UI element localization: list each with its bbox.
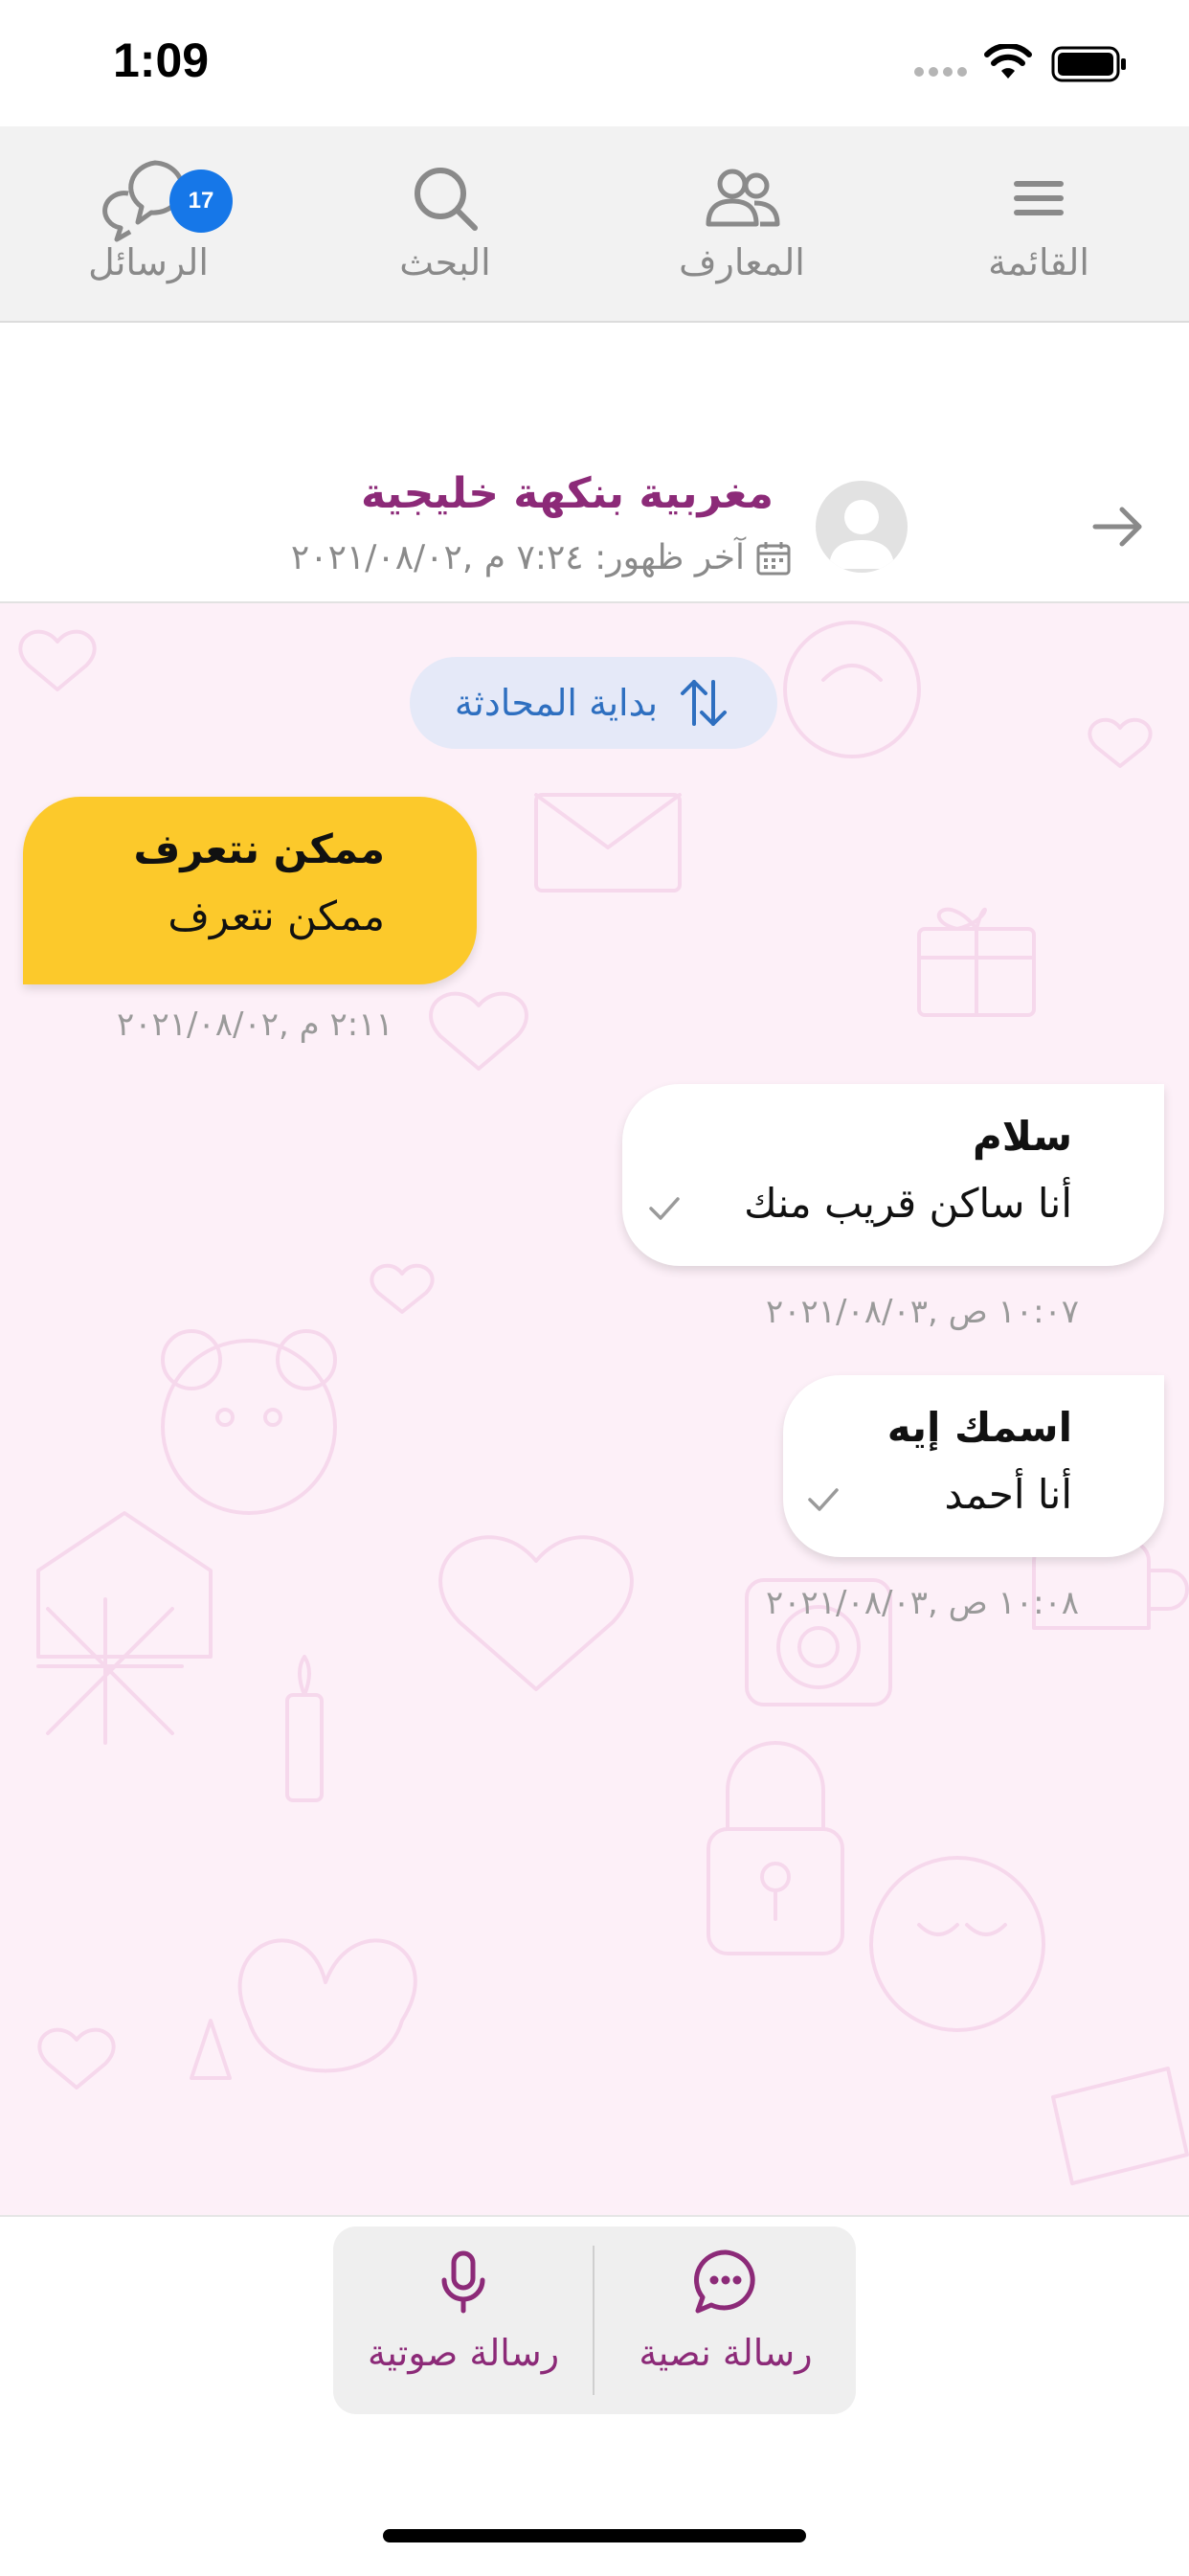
nav-label-menu: القائمة bbox=[988, 241, 1089, 283]
home-indicator bbox=[383, 2529, 806, 2542]
conversation-start-pill[interactable]: بداية المحادثة bbox=[410, 657, 777, 749]
last-seen-text: آخر ظهور: ٧:٢٤ م ,٢٠٢١/٠٨/٠٢ bbox=[290, 538, 745, 577]
search-icon bbox=[415, 168, 478, 231]
contact-name[interactable]: مغربية بنكهة خليجية bbox=[361, 469, 774, 518]
wifi-icon bbox=[984, 44, 1032, 79]
text-message-label: رسالة نصية bbox=[639, 2332, 813, 2374]
battery-icon bbox=[1051, 46, 1126, 82]
text-message-button[interactable]: رسالة نصية bbox=[595, 2226, 856, 2414]
messages-badge: 17 bbox=[169, 169, 233, 233]
chat-header: مغربية بنكهة خليجية آخر ظهور: ٧:٢٤ م ,٢٠… bbox=[0, 450, 1189, 603]
status-bar: 1:09 bbox=[0, 0, 1189, 126]
conversation-start-label: بداية المحادثة bbox=[454, 682, 659, 724]
default-avatar-icon bbox=[829, 500, 894, 569]
cellular-signal-icon bbox=[914, 67, 967, 77]
sent-check-icon bbox=[649, 1197, 680, 1220]
message-timestamp: ١٠:٠٧ ص ,٢٠٢١/٠٨/٠٣ bbox=[766, 1293, 1080, 1331]
sent-check-icon bbox=[808, 1488, 839, 1511]
chat-bubble-icon bbox=[694, 2249, 755, 2314]
compose-divider bbox=[593, 2246, 594, 2395]
voice-message-button[interactable]: رسالة صوتية bbox=[333, 2226, 594, 2414]
outgoing-message-bubble[interactable]: اسمك إيه أنا أحمد bbox=[783, 1375, 1164, 1557]
message-timestamp: ٢:١١ م ,٢٠٢١/٠٨/٠٢ bbox=[117, 1006, 393, 1044]
nav-item-contacts[interactable]: المعارف bbox=[598, 126, 886, 321]
microphone-icon bbox=[441, 2250, 485, 2314]
people-icon bbox=[706, 169, 780, 227]
incoming-message-bubble[interactable]: ممكن نتعرف ممكن نتعرف bbox=[23, 797, 477, 984]
outgoing-message-bubble[interactable]: سلام أنا ساكن قريب منك bbox=[622, 1084, 1164, 1266]
top-navigation: القائمة المعارف البحث 17 الرسائل bbox=[0, 126, 1189, 323]
message-title: سلام bbox=[973, 1113, 1072, 1160]
nav-item-messages[interactable]: 17 الرسائل bbox=[5, 126, 292, 321]
message-title: ممكن نتعرف bbox=[133, 825, 385, 872]
message-title: اسمك إيه bbox=[886, 1404, 1072, 1451]
compose-options: رسالة صوتية رسالة نصية bbox=[333, 2226, 856, 2414]
nav-label-search: البحث bbox=[399, 241, 491, 283]
message-timestamp: ١٠:٠٨ ص ,٢٠٢١/٠٨/٠٣ bbox=[766, 1584, 1080, 1622]
nav-label-contacts: المعارف bbox=[679, 241, 805, 283]
nav-item-search[interactable]: البحث bbox=[302, 126, 589, 321]
nav-item-menu[interactable]: القائمة bbox=[895, 126, 1182, 321]
voice-message-label: رسالة صوتية bbox=[367, 2332, 560, 2374]
contact-avatar[interactable] bbox=[816, 481, 908, 573]
sort-arrows-icon bbox=[681, 680, 728, 726]
message-body: أنا ساكن قريب منك bbox=[744, 1180, 1072, 1227]
back-arrow-icon[interactable] bbox=[1089, 498, 1147, 555]
menu-icon bbox=[1014, 181, 1064, 215]
message-body: أنا أحمد bbox=[944, 1471, 1072, 1518]
nav-label-messages: الرسائل bbox=[88, 241, 209, 283]
message-body: ممكن نتعرف bbox=[168, 893, 385, 939]
calendar-icon bbox=[756, 541, 791, 575]
status-time: 1:09 bbox=[113, 34, 210, 87]
last-seen-status: آخر ظهور: ٧:٢٤ م ,٢٠٢١/٠٨/٠٢ bbox=[291, 538, 793, 577]
chat-area[interactable]: بداية المحادثة ممكن نتعرف ممكن نتعرف ٢:١… bbox=[0, 603, 1189, 2215]
compose-bar: رسالة صوتية رسالة نصية bbox=[0, 2215, 1189, 2576]
